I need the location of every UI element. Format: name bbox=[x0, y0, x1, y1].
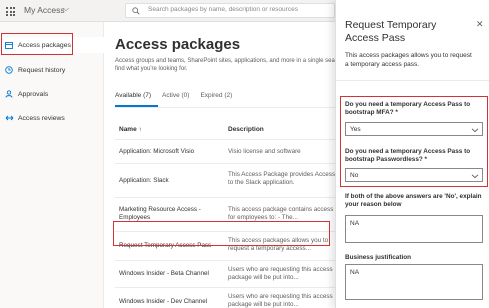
textarea-value: NA bbox=[350, 220, 360, 227]
history-icon bbox=[3, 65, 15, 75]
close-icon[interactable]: ✕ bbox=[476, 19, 484, 30]
row-name: Application: Slack bbox=[119, 177, 169, 184]
app-title[interactable]: My Access bbox=[24, 5, 65, 15]
reason-textarea[interactable]: NA bbox=[345, 215, 483, 243]
sidebar-item-label: Approvals bbox=[18, 90, 49, 98]
divider bbox=[336, 80, 489, 81]
row-description: Visio license and software bbox=[228, 148, 301, 155]
reason-question-label: If both of the above answers are 'No', e… bbox=[345, 193, 482, 209]
sidebar: Access packages Request history Approval… bbox=[0, 22, 104, 308]
tab-available[interactable]: Available (7) bbox=[115, 92, 151, 104]
table-row[interactable]: Windows Insider - Beta Channel Users who… bbox=[115, 260, 335, 287]
row-description: Users who are requesting this access pac… bbox=[228, 266, 333, 281]
table-row[interactable]: Application: Microsoft Visio Visio licen… bbox=[115, 139, 335, 163]
row-name: Windows Insider - Beta Channel bbox=[119, 270, 209, 277]
highlight-box bbox=[113, 221, 330, 246]
column-header-name[interactable]: Name ↑ bbox=[119, 126, 142, 133]
page-description: Access groups and teams, SharePoint site… bbox=[115, 58, 335, 72]
tab-expired[interactable]: Expired (2) bbox=[200, 92, 232, 104]
row-description: Users who are requesting this access pac… bbox=[228, 293, 333, 308]
panel-description: This access packages allows you to reque… bbox=[345, 52, 472, 68]
review-icon bbox=[3, 113, 15, 123]
row-name: Marketing Resource Access - Employees bbox=[119, 206, 201, 221]
search-icon bbox=[132, 7, 140, 15]
sidebar-item-label: Access reviews bbox=[18, 114, 65, 122]
search-input[interactable]: Search packages by name, description or … bbox=[148, 6, 298, 13]
panel-title: Request Temporary Access Pass bbox=[345, 19, 437, 44]
main-content: Access packages Access groups and teams,… bbox=[105, 22, 335, 308]
textarea-value: NA bbox=[350, 269, 360, 276]
highlight-box bbox=[1, 33, 73, 55]
justification-label: Business justification bbox=[345, 254, 412, 261]
app-launcher-icon[interactable] bbox=[6, 7, 15, 16]
sidebar-item-label: Request history bbox=[18, 66, 66, 74]
row-description: This Access Package provides Access to t… bbox=[228, 171, 335, 186]
sidebar-item-approvals[interactable]: Approvals bbox=[0, 86, 104, 102]
chevron-down-icon[interactable]: ⌵ bbox=[63, 4, 69, 14]
sidebar-item-request-history[interactable]: Request history bbox=[0, 62, 104, 78]
row-name: Application: Microsoft Visio bbox=[119, 148, 195, 155]
tab-active[interactable]: Active (0) bbox=[162, 92, 189, 104]
justification-textarea[interactable]: NA bbox=[345, 264, 483, 300]
row-name: Windows Insider - Dev Channel bbox=[119, 298, 208, 305]
sidebar-item-access-reviews[interactable]: Access reviews bbox=[0, 110, 104, 126]
row-description: This access package contains access for … bbox=[228, 206, 334, 221]
tab-bar: Available (7) Active (0) Expired (2) bbox=[115, 92, 243, 104]
table-row[interactable]: Windows Insider - Dev Channel Users who … bbox=[115, 287, 335, 308]
search-box[interactable]: Search packages by name, description or … bbox=[125, 3, 335, 18]
highlight-box bbox=[340, 96, 488, 187]
divider bbox=[115, 107, 335, 108]
column-header-description: Description bbox=[228, 126, 264, 133]
person-icon bbox=[3, 89, 15, 99]
table-row[interactable]: Application: Slack This Access Package p… bbox=[115, 163, 335, 197]
page-title: Access packages bbox=[115, 36, 241, 53]
request-panel: Request Temporary Access Pass ✕ This acc… bbox=[335, 0, 489, 308]
